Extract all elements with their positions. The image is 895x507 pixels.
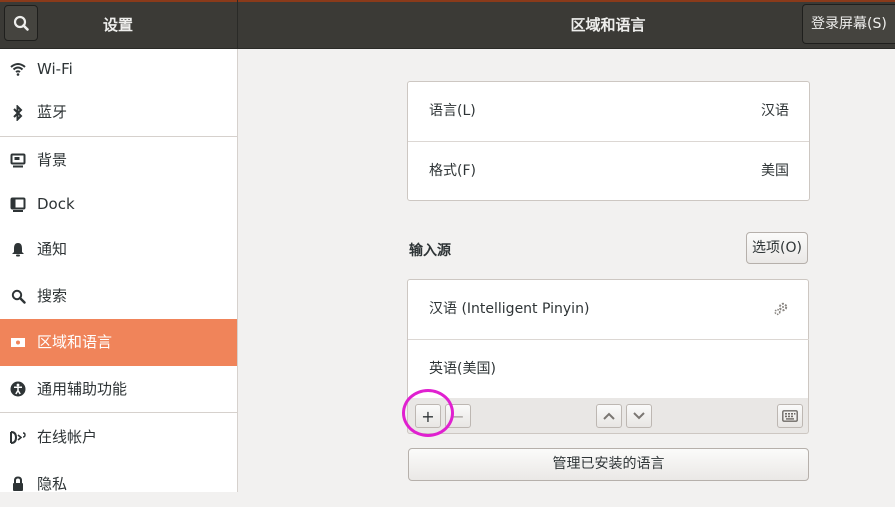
sidebar-item-online-accounts[interactable]: 在线帐户 [0,413,237,461]
login-screen-button[interactable]: 登录屏幕(S) [802,4,895,44]
sidebar-item-label: 隐私 [37,475,68,493]
sidebar-item-wifi[interactable]: Wi-Fi [0,49,237,89]
sidebar-item-label: 蓝牙 [37,103,68,121]
online-accounts-icon [9,413,27,461]
keyboard-icon [782,410,798,422]
chevron-down-icon [633,412,645,420]
sidebar-item-label: Dock [37,195,75,213]
sidebar-item-dock[interactable]: Dock [0,183,237,225]
keyboard-layout-button[interactable] [777,404,803,428]
format-label: 格式(F) [429,163,476,179]
sidebar: Wi-Fi 蓝牙 背景 Dock 通知 搜索 区域和语言 通用辅助功能 在线帐户… [0,49,238,493]
bell-icon [9,225,27,273]
input-sources-toolbar: + − [407,398,809,434]
chevron-up-icon [603,412,615,420]
highlight-annotation-circle [402,389,454,437]
settings-title: 设置 [102,16,133,34]
language-format-panel: 语言(L) 汉语 格式(F) 美国 [407,81,810,201]
sidebar-item-background[interactable]: 背景 [0,137,237,183]
accessibility-icon [9,366,27,412]
sidebar-item-label: 搜索 [37,287,68,305]
sidebar-item-label: Wi-Fi [37,60,73,78]
page-title: 区域和语言 [570,16,646,34]
move-up-button[interactable] [596,404,622,428]
search-icon [9,273,27,319]
language-row[interactable]: 语言(L) 汉语 [408,82,809,141]
sidebar-item-accessibility[interactable]: 通用辅助功能 [0,366,237,412]
sidebar-item-label: 背景 [37,151,68,169]
gears-icon[interactable] [773,301,789,321]
input-sources-list: 汉语 (Intelligent Pinyin) 英语(美国) [407,279,809,399]
wifi-icon [9,49,27,89]
sidebar-item-region-language[interactable]: 区域和语言 [0,319,237,366]
bluetooth-icon [9,89,27,136]
options-button[interactable]: 选项(O) [746,232,808,264]
input-source-item[interactable]: 英语(美国) [408,340,809,399]
sidebar-item-label: 区域和语言 [37,333,113,351]
header-accent-line [0,0,895,2]
input-sources-title: 输入源 [409,243,451,259]
sidebar-item-label: 在线帐户 [37,428,98,446]
move-down-button[interactable] [626,404,652,428]
sidebar-item-search[interactable]: 搜索 [0,273,237,319]
format-value: 美国 [761,163,789,179]
sidebar-item-label: 通知 [37,240,68,258]
sidebar-item-privacy[interactable]: 隐私 [0,461,237,507]
sidebar-item-label: 通用辅助功能 [37,380,128,398]
input-source-label: 汉语 (Intelligent Pinyin) [429,301,590,317]
region-flag-icon [9,319,27,366]
sidebar-item-bluetooth[interactable]: 蓝牙 [0,89,237,136]
privacy-icon [9,461,27,507]
input-source-label: 英语(美国) [429,361,496,377]
manage-installed-languages-button[interactable]: 管理已安装的语言 [408,448,809,481]
language-value: 汉语 [761,103,789,119]
header-bar: 设置 区域和语言 登录屏幕(S) [0,0,895,49]
dock-icon [9,183,27,225]
input-source-item[interactable]: 汉语 (Intelligent Pinyin) [408,280,809,339]
language-label: 语言(L) [429,103,476,119]
sidebar-item-notifications[interactable]: 通知 [0,225,237,273]
background-icon [9,137,27,183]
format-row[interactable]: 格式(F) 美国 [408,142,809,201]
